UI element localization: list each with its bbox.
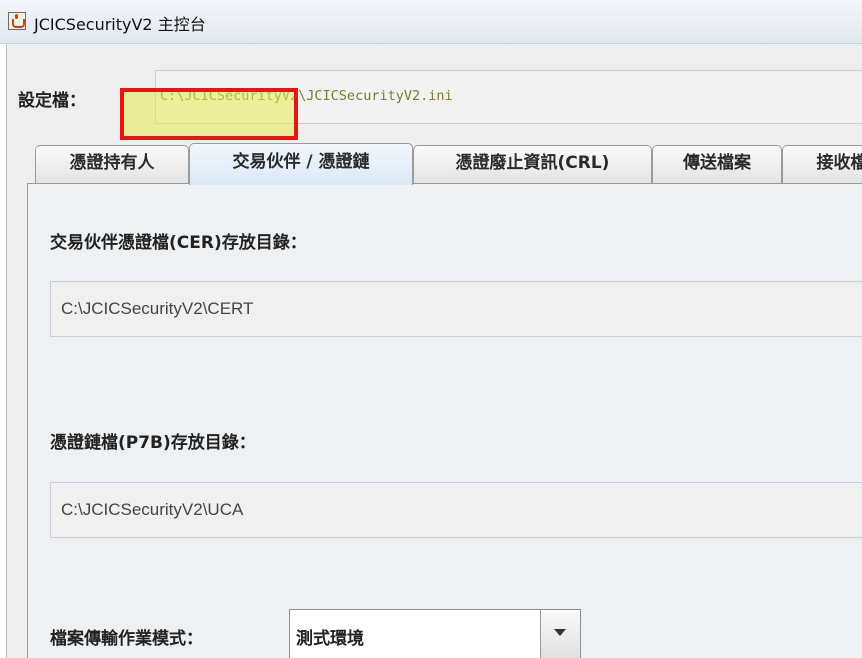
tab-send-file[interactable]: 傳送檔案 (652, 145, 782, 183)
chain-cert-dir-value: C:\JCICSecurityV2\UCA (61, 500, 244, 519)
chain-cert-dir-field[interactable]: C:\JCICSecurityV2\UCA (50, 482, 862, 538)
transfer-mode-value: 測式環境 (296, 629, 364, 649)
tab-panel (27, 183, 862, 658)
tab-trading-partner-chain[interactable]: 交易伙伴 / 憑證鏈 (189, 143, 413, 185)
chevron-down-icon (554, 629, 566, 636)
transfer-mode-select[interactable]: 測式環境 (289, 609, 581, 658)
tab-certificate-holder[interactable]: 憑證持有人 (35, 145, 189, 183)
partner-cert-dir-value: C:\JCICSecurityV2\CERT (61, 299, 254, 318)
config-file-label: 設定檔： (18, 91, 86, 111)
main-window: JCICSecurityV2 主控台 設定檔： C:\JCICSecurityV… (0, 0, 862, 658)
tab-crl[interactable]: 憑證廢止資訊(CRL) (413, 145, 652, 183)
dropdown-arrow-button[interactable] (540, 610, 580, 658)
tab-receive-file[interactable]: 接收檔 (782, 145, 862, 183)
partner-cert-dir-label: 交易伙伴憑證檔(CER)存放目錄： (50, 233, 307, 253)
window-title: JCICSecurityV2 主控台 (34, 15, 206, 34)
java-cup-icon (8, 12, 26, 30)
highlight-box (120, 88, 298, 140)
chain-cert-dir-label: 憑證鏈檔(P7B)存放目錄： (50, 433, 256, 453)
partner-cert-dir-field[interactable]: C:\JCICSecurityV2\CERT (50, 281, 862, 337)
title-bar[interactable]: JCICSecurityV2 主控台 (0, 0, 862, 44)
transfer-mode-label: 檔案傳輸作業模式： (50, 629, 203, 649)
